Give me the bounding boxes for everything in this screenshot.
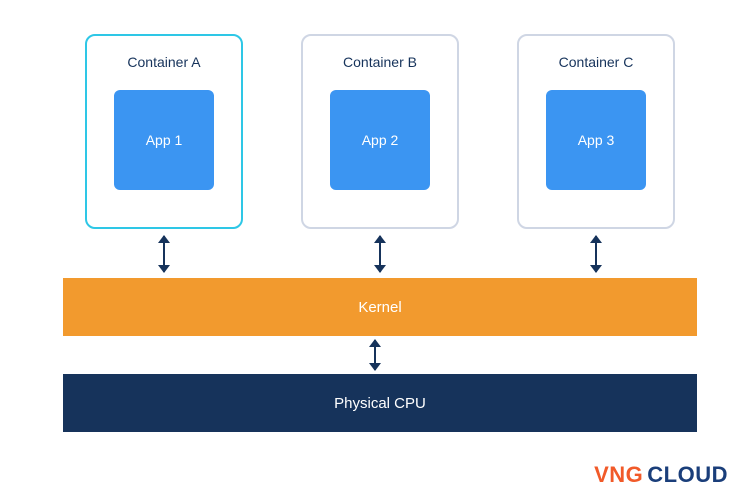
logo-suffix: CLOUD	[647, 462, 728, 487]
container-title: Container B	[343, 54, 417, 70]
app-label: App 2	[362, 132, 399, 148]
container-c: Container C App 3	[517, 34, 675, 229]
double-arrow-icon	[595, 236, 597, 272]
kernel-layer: Kernel	[63, 278, 697, 336]
container-kernel-arrows	[85, 236, 675, 272]
app-box: App 1	[114, 90, 214, 190]
container-title: Container A	[127, 54, 200, 70]
app-box: App 3	[546, 90, 646, 190]
arrow-slot	[301, 236, 459, 272]
cpu-label: Physical CPU	[334, 395, 426, 412]
containers-row: Container A App 1 Container B App 2 Cont…	[85, 34, 675, 229]
double-arrow-icon	[163, 236, 165, 272]
double-arrow-icon	[379, 236, 381, 272]
arrow-slot	[85, 236, 243, 272]
app-box: App 2	[330, 90, 430, 190]
kernel-cpu-arrow	[374, 340, 376, 370]
diagram-canvas: Container A App 1 Container B App 2 Cont…	[0, 0, 750, 500]
logo-prefix: VNG	[594, 462, 643, 487]
vng-cloud-logo: VNGCLOUD	[594, 462, 728, 488]
cpu-layer: Physical CPU	[63, 374, 697, 432]
container-title: Container C	[559, 54, 634, 70]
app-label: App 1	[146, 132, 183, 148]
kernel-label: Kernel	[358, 299, 401, 316]
container-b: Container B App 2	[301, 34, 459, 229]
container-a: Container A App 1	[85, 34, 243, 229]
app-label: App 3	[578, 132, 615, 148]
arrow-slot	[517, 236, 675, 272]
